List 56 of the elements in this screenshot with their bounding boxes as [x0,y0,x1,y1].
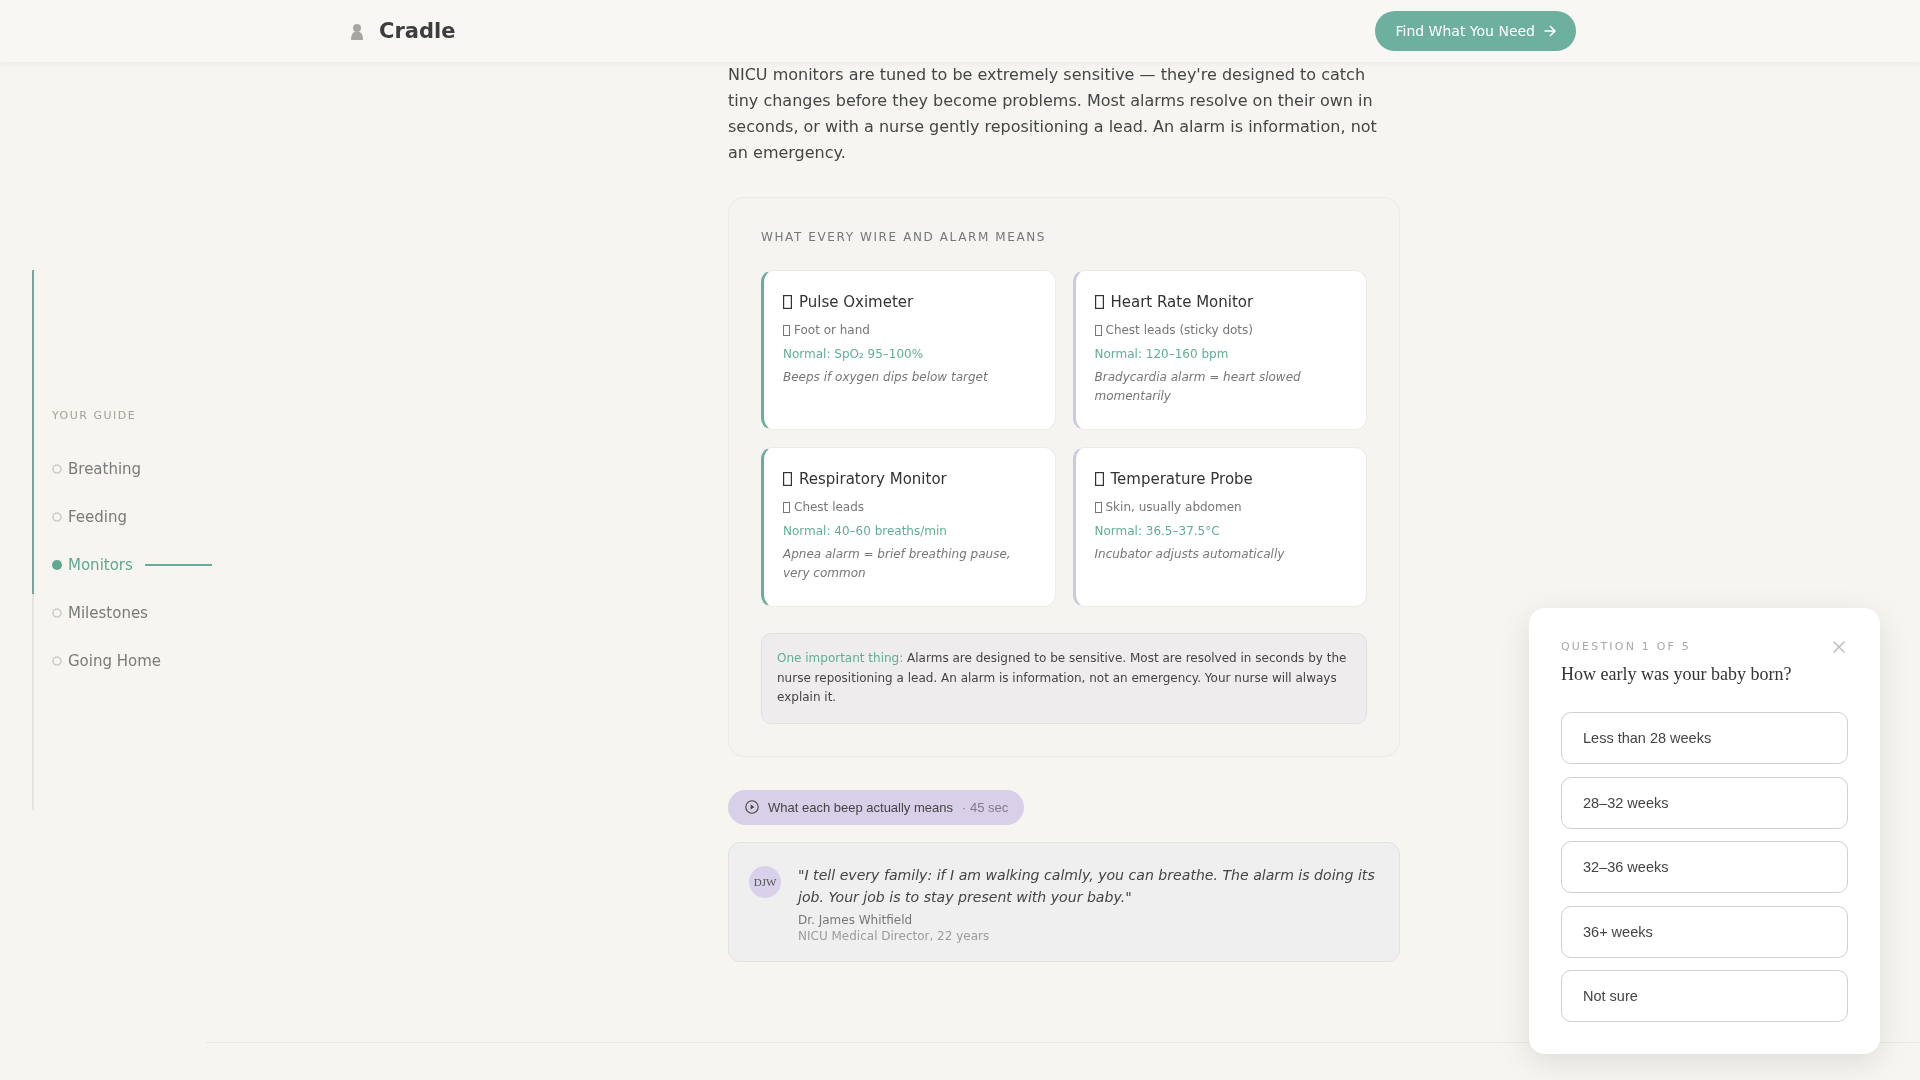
nav-item[interactable]: Breathing [52,456,142,481]
close-icon [1833,641,1845,653]
play-icon [745,800,759,814]
rectangle-icon [1094,295,1104,309]
nav-item[interactable]: Going Home [52,648,162,673]
monitor-name: Pulse Oximeter [799,292,914,312]
author-role: NICU Medical Director, 22 years [798,927,991,944]
ring-icon [52,607,62,618]
answer-option[interactable]: Not sure [1561,970,1848,1022]
nav-item[interactable]: Feeding [52,504,127,529]
logo-text: Cradle [379,19,456,43]
rectangle-icon [783,324,790,336]
normal-range: Normal: 36.5–37.5°C [1094,523,1221,539]
ring-icon [52,655,62,666]
quote-text: "I tell every family: if I am walking calmly, you can breathe. The alarm is doing its job. Your job is to stay present with your baby." [798,865,1376,907]
arrow-right-icon [1544,25,1556,37]
close-button[interactable] [1833,641,1845,653]
placement-text: Skin, usually abdomen [1105,499,1242,515]
answer-option[interactable]: 36+ weeks [1561,905,1848,958]
video-button[interactable]: What each beep actually means · 45 sec [728,789,1025,825]
callout-text: One important thing: Alarms are designed to be sensitive. Most are resolved in seconds by the nurse repositioning a lead. An alarm is information, not an emergency. Your nurse will always explain it. [777,650,1348,706]
nav-item[interactable]: Milestones [52,600,148,625]
rectangle-icon [1094,324,1102,336]
avatar: DJW [749,865,781,898]
card-title: WHAT EVERY WIRE AND ALARM MEANS [761,229,1047,245]
question-counter: QUESTION 1 OF 5 [1561,640,1691,654]
rectangle-icon [783,501,790,513]
logo-icon [349,22,365,40]
rectangle-icon [783,472,792,486]
monitor-note: Apnea alarm = brief breathing pause, very common [783,546,1012,582]
placement-text: Chest leads (sticky dots) [1105,322,1253,338]
normal-range: Normal: SpO₂ 95–100% [783,346,925,362]
quiz-question: How early was your baby born? [1561,663,1793,685]
placement-text: Chest leads [794,499,865,515]
normal-range: Normal: 40–60 breaths/min [783,523,948,539]
author-name: Dr. James Whitfield [798,911,914,928]
monitor-name: Temperature Probe [1110,469,1253,489]
monitor-name: Heart Rate Monitor [1110,292,1254,312]
answer-option[interactable]: 28–32 weeks [1561,776,1848,829]
normal-range: Normal: 120–160 bpm [1094,346,1230,362]
rectangle-icon [1094,472,1104,486]
placement-text: Foot or hand [794,322,870,338]
answer-option[interactable]: 32–36 weeks [1561,841,1848,893]
monitor-note: Bradycardia alarm = heart slowed momentarily [1094,369,1302,405]
section-heading: YOUR GUIDE [52,407,138,424]
answer-option[interactable]: Less than 28 weeks [1561,712,1848,764]
monitor-note: Incubator adjusts automatically [1094,546,1286,563]
ring-icon [52,511,62,522]
ring-icon [52,463,62,474]
intro-text: NICU monitors are tuned to be extremely sensitive — they're designed to catch tiny changes before they become problems. Most alarms resolve on their own in seconds, or with a nurse gently repositioning a lead. An alarm is information, not an emergency. [728,64,1378,164]
rectangle-icon [783,295,792,309]
dot-icon [52,559,62,570]
rectangle-icon [1094,501,1102,513]
monitor-name: Respiratory Monitor [799,469,947,489]
monitor-note: Beeps if oxygen dips below target [783,369,989,386]
active-indicator [144,563,212,566]
